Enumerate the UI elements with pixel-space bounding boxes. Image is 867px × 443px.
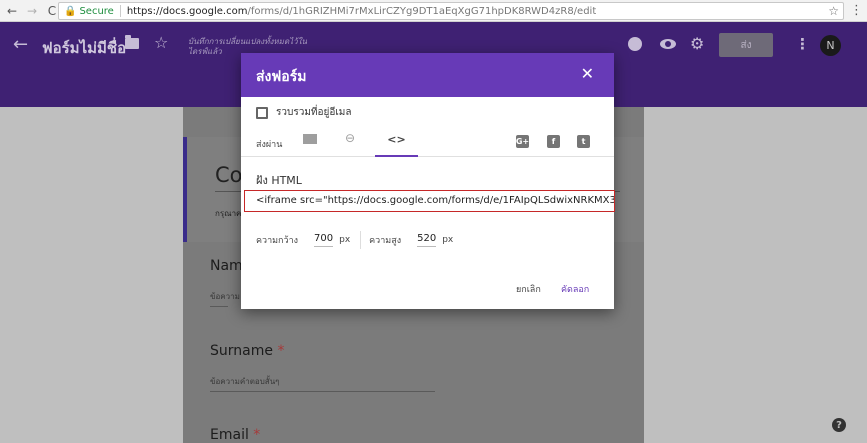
- lock-icon: 🔒: [64, 5, 77, 17]
- dialog-header: ส่งฟอร์ม ✕: [241, 53, 614, 97]
- collect-email-label: รวบรวมที่อยู่อีเมล: [276, 107, 352, 118]
- dialog-title: ส่งฟอร์ม: [256, 69, 307, 85]
- facebook-icon[interactable]: f: [547, 135, 560, 148]
- send-button[interactable]: ส่ง: [719, 33, 773, 57]
- question-input-name[interactable]: ข้อความ: [210, 290, 240, 307]
- embed-html-title: ฝัง HTML: [256, 174, 302, 187]
- help-icon[interactable]: ?: [832, 418, 846, 432]
- embed-tab[interactable]: <>: [375, 129, 418, 157]
- secure-label: Secure: [79, 5, 114, 17]
- question-label-surname: Surname *: [210, 343, 285, 359]
- back-arrow-icon[interactable]: ←: [13, 34, 28, 55]
- form-name[interactable]: ฟอร์มไม่มีชื่อ: [42, 36, 126, 60]
- height-input[interactable]: 520: [417, 233, 437, 247]
- address-bar[interactable]: 🔒 Secure https://docs.google.com/forms/d…: [58, 2, 844, 20]
- url-text[interactable]: https://docs.google.com/forms/d/1hGRIZHM…: [127, 6, 596, 17]
- width-unit: px: [339, 235, 351, 245]
- palette-icon[interactable]: [628, 37, 642, 51]
- folder-icon[interactable]: [125, 35, 139, 49]
- twitter-icon[interactable]: t: [577, 135, 590, 148]
- email-tab-icon[interactable]: [303, 134, 317, 144]
- link-tab-icon[interactable]: ⊖: [345, 131, 355, 145]
- star-icon[interactable]: ☆: [154, 33, 168, 52]
- back-icon[interactable]: ←: [4, 3, 20, 19]
- cancel-button[interactable]: ยกเลิก: [516, 282, 541, 296]
- send-via-row: ส่งผ่าน ⊖ <> G+ f t: [241, 129, 614, 157]
- dimensions-row: ความกว้าง 700 px ความสูง 520 px: [256, 229, 453, 251]
- bookmark-star-icon[interactable]: ☆: [828, 4, 839, 18]
- question-input-surname[interactable]: ข้อความคำตอบสั้นๆ: [210, 375, 435, 392]
- collect-email-checkbox[interactable]: [256, 106, 268, 119]
- forward-icon[interactable]: →: [24, 3, 40, 19]
- close-icon[interactable]: ✕: [581, 64, 594, 83]
- copy-button[interactable]: คัดลอก: [561, 282, 589, 296]
- required-asterisk: *: [277, 343, 285, 359]
- avatar[interactable]: N: [820, 35, 841, 56]
- width-input[interactable]: 700: [314, 233, 334, 247]
- google-plus-icon[interactable]: G+: [516, 135, 529, 148]
- width-label: ความกว้าง: [256, 236, 299, 246]
- height-unit: px: [442, 235, 454, 245]
- collect-email-row[interactable]: รวบรวมที่อยู่อีเมล: [256, 105, 352, 120]
- height-label: ความสูง: [369, 236, 402, 246]
- more-vert-icon[interactable]: ⋮: [795, 35, 810, 53]
- dimension-divider: [360, 231, 362, 249]
- embed-code-field[interactable]: <iframe src="https://docs.google.com/for…: [244, 190, 615, 212]
- browser-menu-icon[interactable]: ⋮: [850, 3, 863, 19]
- browser-toolbar: ← → C 🔒 Secure https://docs.google.com/f…: [0, 0, 867, 22]
- send-form-dialog: ส่งฟอร์ม ✕ รวบรวมที่อยู่อีเมล ส่งผ่าน ⊖ …: [241, 53, 615, 309]
- send-via-label: ส่งผ่าน: [256, 140, 283, 150]
- question-label-email: Email *: [210, 427, 261, 443]
- preview-eye-icon[interactable]: [660, 39, 676, 49]
- gear-icon[interactable]: ⚙: [690, 34, 704, 53]
- required-asterisk: *: [253, 427, 261, 443]
- address-separator: [119, 5, 121, 17]
